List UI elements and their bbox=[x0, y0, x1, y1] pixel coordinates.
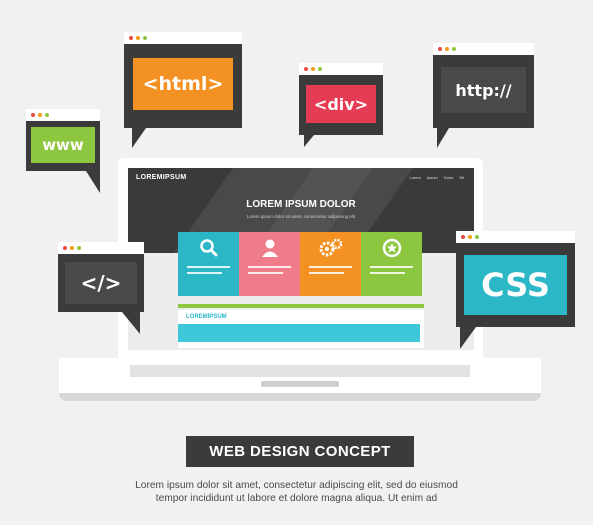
window-bar bbox=[456, 231, 575, 243]
www-label: www bbox=[31, 127, 95, 163]
hero-title: LOREM IPSUM DOLOR bbox=[246, 199, 356, 210]
window-bar bbox=[26, 109, 100, 121]
section-label: LOREMIPSUM bbox=[186, 314, 227, 320]
concept-title: WEB DESIGN CONCEPT bbox=[186, 436, 414, 467]
laptop-screen: LOREMIPSUM Lorem Ipsum Dolor Sit LOREM I… bbox=[128, 168, 474, 350]
html-tag-label: <html> bbox=[133, 58, 233, 110]
bubble-tail bbox=[122, 312, 140, 334]
laptop-trackpad bbox=[261, 381, 339, 387]
bubble-tail bbox=[304, 135, 314, 147]
http-bubble: http:// bbox=[433, 43, 534, 128]
nav-item[interactable]: Lorem bbox=[410, 175, 421, 180]
card-text-line bbox=[248, 272, 283, 274]
card-text-line bbox=[248, 266, 291, 268]
card-text-line bbox=[370, 266, 413, 268]
feature-card-settings[interactable] bbox=[300, 232, 361, 296]
website-brand: LOREMIPSUM bbox=[136, 174, 187, 181]
div-bubble: <div> bbox=[299, 63, 383, 135]
star-badge-icon bbox=[361, 238, 422, 263]
search-icon bbox=[178, 238, 239, 263]
http-label: http:// bbox=[441, 67, 526, 113]
www-bubble: www bbox=[26, 109, 100, 171]
nav-item[interactable]: Ipsum bbox=[427, 175, 438, 180]
feature-card-search[interactable] bbox=[178, 232, 239, 296]
card-text-line bbox=[187, 272, 222, 274]
window-bar bbox=[58, 242, 144, 254]
website-nav: Lorem Ipsum Dolor Sit bbox=[410, 175, 464, 180]
laptop-base-edge bbox=[59, 393, 541, 401]
description-line: tempor incididunt ut labore et dolore ma… bbox=[155, 493, 438, 504]
bubble-tail bbox=[437, 128, 449, 148]
div-tag-label: <div> bbox=[306, 85, 376, 123]
gears-icon bbox=[300, 238, 361, 263]
bubble-tail bbox=[132, 128, 146, 148]
bubble-tail bbox=[86, 171, 100, 193]
content-section: LOREMIPSUM bbox=[178, 310, 424, 348]
code-tag-label: </> bbox=[65, 262, 137, 304]
card-text-line bbox=[187, 266, 230, 268]
description-line: Lorem ipsum dolor sit amet, consectetur … bbox=[135, 480, 458, 491]
laptop-keyboard bbox=[130, 365, 470, 377]
window-bar bbox=[299, 63, 383, 75]
css-label: CSS bbox=[464, 255, 567, 315]
hero-subtitle: Lorem ipsum dolor sit amet, consectetur … bbox=[246, 214, 356, 219]
css-bubble: CSS bbox=[456, 231, 575, 327]
card-text-line bbox=[370, 272, 405, 274]
window-bar bbox=[433, 43, 534, 55]
card-text-line bbox=[309, 266, 352, 268]
feature-card-star[interactable] bbox=[361, 232, 422, 296]
nav-item[interactable]: Dolor bbox=[444, 175, 454, 180]
bubble-tail bbox=[460, 327, 476, 349]
content-divider bbox=[178, 304, 424, 308]
section-bar bbox=[178, 324, 420, 342]
description: Lorem ipsum dolor sit amet, consectetur … bbox=[60, 479, 533, 505]
html-bubble: <html> bbox=[124, 32, 242, 128]
nav-item[interactable]: Sit bbox=[459, 175, 464, 180]
feature-card-user[interactable] bbox=[239, 232, 300, 296]
user-icon bbox=[239, 238, 300, 263]
card-text-line bbox=[309, 272, 344, 274]
window-bar bbox=[124, 32, 242, 44]
code-bubble: </> bbox=[58, 242, 144, 312]
